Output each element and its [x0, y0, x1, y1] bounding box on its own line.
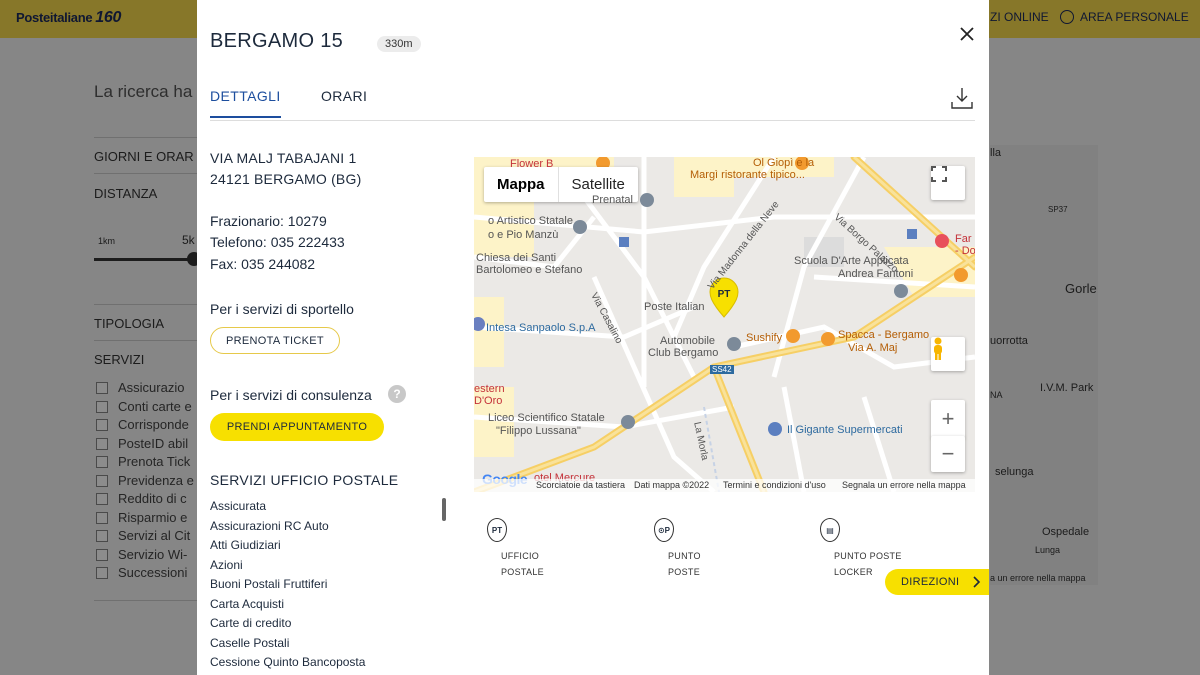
list-item: Assicurazioni RC Auto [210, 518, 329, 533]
map-label: "Filippo Lussana" [496, 425, 581, 437]
office-title: BERGAMO 15 [210, 30, 344, 52]
address-street: VIA MALJ TABAJANI 1 [210, 150, 357, 166]
download-icon[interactable] [950, 86, 974, 110]
map-type-mappa[interactable]: Mappa [484, 167, 559, 202]
services-list: Assicurata Assicurazioni RC Auto Atti Gi… [210, 498, 430, 674]
terms-link[interactable]: Termini e condizioni d'uso [723, 480, 826, 490]
prenota-ticket-button[interactable]: PRENOTA TICKET [210, 327, 340, 354]
legend-punto-poste: ⊙P PUNTO POSTE [654, 518, 724, 580]
zoom-in-button[interactable]: + [931, 400, 965, 438]
map-label: Poste Italian [644, 301, 705, 313]
map-label: Scuola D'Arte Applicata [794, 255, 909, 267]
list-item: Assicurata [210, 499, 267, 513]
map-label: - Do [955, 245, 975, 257]
ufficio-postale-icon: PT [487, 518, 507, 542]
map-label: Liceo Scientifico Statale [488, 412, 605, 424]
list-item: Caselle Postali [210, 635, 290, 650]
map-footer: Scorciatoie da tastiera Dati mappa ©2022… [474, 479, 975, 492]
pt-marker-label: PT [718, 289, 731, 300]
tabs-divider [210, 120, 975, 121]
list-item: Carte di credito [210, 616, 292, 630]
sportello-label: Per i servizi di sportello [210, 301, 354, 317]
map-label: Far [955, 233, 972, 245]
directions-button[interactable]: DIREZIONI [885, 569, 989, 595]
report-error-link[interactable]: Segnala un errore nella mappa [842, 480, 966, 490]
list-item: Cessione Quinto Bancoposta [210, 655, 366, 669]
map-label: Automobile [660, 335, 716, 347]
help-icon[interactable]: ? [388, 385, 406, 403]
pegman-icon[interactable] [931, 337, 965, 371]
tab-dettagli[interactable]: DETTAGLI [210, 88, 281, 118]
distance-badge: 330m [377, 36, 421, 52]
tab-orari[interactable]: ORARI [321, 88, 367, 104]
map-label: o Artistico Statale [488, 215, 573, 227]
keyboard-shortcuts-link[interactable]: Scorciatoie da tastiera [536, 480, 625, 490]
map-label: Intesa Sanpaolo S.p.A [486, 322, 596, 334]
map-label: Chiesa dei Santi [476, 252, 557, 264]
chevron-right-icon [973, 576, 981, 588]
list-item: Carta Acquisti [210, 596, 285, 611]
map-label: SS42 [710, 365, 734, 374]
zoom-out-button[interactable]: − [931, 436, 965, 472]
fax: Fax: 035 244082 [210, 256, 316, 272]
map-label: Via A. Maj [848, 342, 898, 354]
services-heading: SERVIZI UFFICIO POSTALE [210, 472, 399, 488]
legend-ufficio-postale: PT UFFICIO POSTALE [487, 518, 557, 580]
list-item: Buoni Postali Fruttiferi [210, 577, 328, 591]
map-label: D'Oro [474, 395, 503, 407]
map-label: Spacca - Bergamo [838, 329, 930, 341]
services-scrollbar[interactable] [442, 498, 446, 521]
map-label: Club Bergamo [648, 347, 719, 359]
map-label: Ol Giopì e la [753, 157, 815, 169]
map-label: o e Pio Manzù [488, 229, 559, 241]
map-label: Il Gigante Supermercati [787, 424, 903, 436]
map-label: estern [474, 383, 505, 395]
address-city: 24121 BERGAMO (BG) [210, 171, 362, 187]
map-label: Andrea Fantoni [838, 268, 914, 280]
frazionario: Frazionario: 10279 [210, 213, 327, 229]
map-label: Margì ristorante tipico... [690, 169, 805, 181]
location-map[interactable]: PT Mappa Satellite + − Prenatal o Artist… [474, 157, 975, 492]
map-label: Sushify [746, 332, 783, 344]
fullscreen-icon[interactable] [931, 166, 965, 200]
prendi-appuntamento-button[interactable]: PRENDI APPUNTAMENTO [210, 413, 384, 441]
consulenza-label: Per i servizi di consulenza [210, 387, 372, 403]
close-icon[interactable] [957, 24, 977, 44]
map-label: Flower B [510, 158, 554, 170]
punto-poste-icon: ⊙P [654, 518, 674, 542]
list-item: Azioni [210, 557, 243, 572]
locker-icon: ▤ [820, 518, 840, 542]
map-label: Bartolomeo e Stefano [476, 264, 583, 276]
telefono: Telefono: 035 222433 [210, 234, 345, 250]
office-detail-modal: BERGAMO 15 330m DETTAGLI ORARI VIA MALJ … [197, 0, 989, 675]
map-data-link[interactable]: Dati mappa ©2022 [634, 480, 709, 490]
map-label: Prenatal [592, 194, 633, 206]
list-item: Atti Giudiziari [210, 538, 281, 552]
